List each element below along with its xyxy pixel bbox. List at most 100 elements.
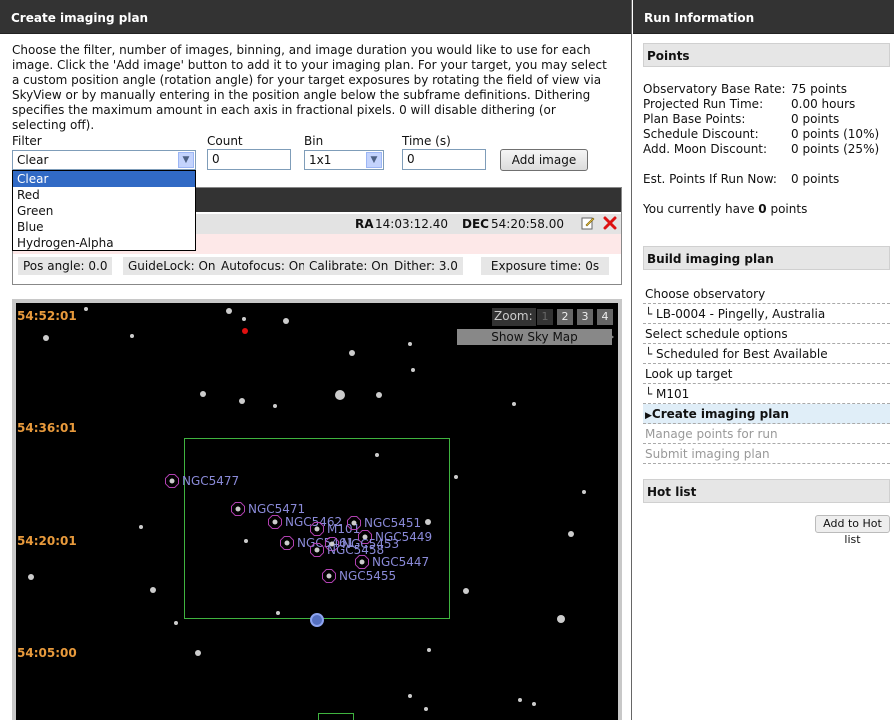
build-step-item[interactable]: Select schedule options [643,324,890,344]
points-row-label: Add. Moon Discount: [643,142,768,156]
star [454,475,458,479]
time-input[interactable]: 0 [402,149,486,170]
points-row-value: 75 points [791,82,847,96]
star [242,317,246,321]
hot-list-section-header: Hot list [643,479,890,503]
skyview-frame: NGC5477 NGC5471 NGC5462 M101 NGC5451 NGC5449 N… [12,299,622,720]
build-step-label: Look up target [645,367,733,381]
star [84,307,88,311]
points-row-value: 0 points (10%) [791,127,880,141]
star [424,707,428,711]
build-step-label: Manage points for run [645,427,778,441]
dec-label-1: 54:52:01 [17,309,77,323]
skyview-map[interactable]: NGC5477 NGC5471 NGC5462 M101 NGC5451 NGC5449 N… [16,303,618,720]
build-step-label: Choose observatory [645,287,766,301]
build-step-item: └ LB-0004 - Pingelly, Australia [643,304,890,324]
zoom-3-button[interactable]: 3 [577,309,593,325]
points-section-header: Points [643,43,890,67]
object-star [284,540,290,546]
zoom-4-button[interactable]: 4 [597,309,613,325]
points-row-value: 0 points [791,112,840,126]
add-to-hot-list-button[interactable]: Add to Hot list [815,515,890,546]
object-star [351,520,357,526]
star [150,587,156,593]
points-row-label: Observatory Base Rate: [643,82,786,96]
sky-object-ngc5455[interactable]: NGC5455 [322,569,397,583]
points-row-label: Plan Base Points: [643,112,746,126]
star [427,648,431,652]
star [130,334,134,338]
star [200,391,206,397]
star [244,539,248,543]
build-step-label: └ Scheduled for Best Available [645,347,828,361]
filter-select[interactable]: Clear ▼ [12,150,196,170]
show-sky-map-button[interactable]: Show Sky Map [457,329,612,345]
calibrate-chip[interactable]: Calibrate: On [304,257,394,275]
build-step-label: Submit imaging plan [645,447,770,461]
filter-option[interactable]: Red [13,187,195,203]
object-label: NGC5451 [364,516,421,530]
build-step-label: └ M101 [645,387,690,401]
star [226,308,232,314]
guidelock-chip[interactable]: GuideLock: On [123,257,221,275]
filter-dropdown-list[interactable]: Clear Red Green Blue Hydrogen-Alpha [12,170,196,251]
imaging-plan-panel: Create imaging plan Choose the filter, n… [0,0,632,720]
build-step-label: └ LB-0004 - Pingelly, Australia [645,307,826,321]
object-label: NGC5477 [182,474,239,488]
dec-label: DEC [462,217,489,231]
sky-object-ngc5477[interactable]: NGC5477 [165,474,240,488]
bin-select[interactable]: 1x1 ▼ [304,150,384,170]
count-input[interactable]: 0 [207,149,291,170]
object-star [314,526,320,532]
zoom-label: Zoom: [492,308,536,326]
chevron-down-icon[interactable]: ▼ [366,152,382,168]
filter-option[interactable]: Hydrogen-Alpha [13,235,195,251]
sky-object-ngc5471[interactable]: NGC5471 [231,502,306,516]
star [408,342,412,346]
build-step-item[interactable]: Choose observatory [643,284,890,304]
delete-icon[interactable] [603,216,617,230]
star [518,698,522,702]
points-row-label: Projected Run Time: [643,97,764,111]
star [568,531,574,537]
star [276,611,280,615]
sky-object-ngc5447[interactable]: NGC5447 [355,555,430,569]
points-row-value: 0.00 hours [791,97,856,111]
build-plan-section-header: Build imaging plan [643,246,890,270]
zoom-2-button[interactable]: 2 [557,309,573,325]
build-step-label: Select schedule options [645,327,788,341]
object-star [359,559,365,565]
current-points-value: 0 [758,202,767,216]
dec-label-3: 54:20:01 [17,534,77,548]
count-label: Count [207,134,243,148]
star [43,335,49,341]
star [349,350,355,356]
filter-label: Filter [12,134,42,148]
bin-label: Bin [304,134,324,148]
filter-option[interactable]: Clear [13,171,195,187]
star [408,694,412,698]
star [425,519,431,525]
star [239,398,245,404]
zoom-1-button[interactable]: 1 [537,309,553,325]
autofocus-chip[interactable]: Autofocus: On [216,257,311,275]
build-step-item[interactable]: Look up target [643,364,890,384]
star [512,402,516,406]
dither-chip[interactable]: Dither: 3.0 [389,257,463,275]
object-star [314,547,320,553]
star [139,525,143,529]
dec-label-4: 54:05:00 [17,646,77,660]
chevron-down-icon[interactable]: ▼ [178,152,194,168]
build-step-item: Submit imaging plan [643,444,890,464]
filter-option[interactable]: Blue [13,219,195,235]
filter-option[interactable]: Green [13,203,195,219]
pos-angle-chip[interactable]: Pos angle: 0.0 [18,257,113,275]
star-field[interactable]: NGC5477NGC5471NGC5462M101 NGC5451NGC5449N… [16,303,618,720]
add-image-button[interactable]: Add image [500,149,588,171]
run-information-panel: Run Information Points Observatory Base … [633,0,894,720]
edit-icon[interactable] [581,216,595,230]
build-step-item[interactable]: ▶Create imaging plan [643,404,890,424]
dec-label-2: 54:36:01 [17,421,77,435]
star [195,650,201,656]
points-row-value: 0 points (25%) [791,142,880,156]
